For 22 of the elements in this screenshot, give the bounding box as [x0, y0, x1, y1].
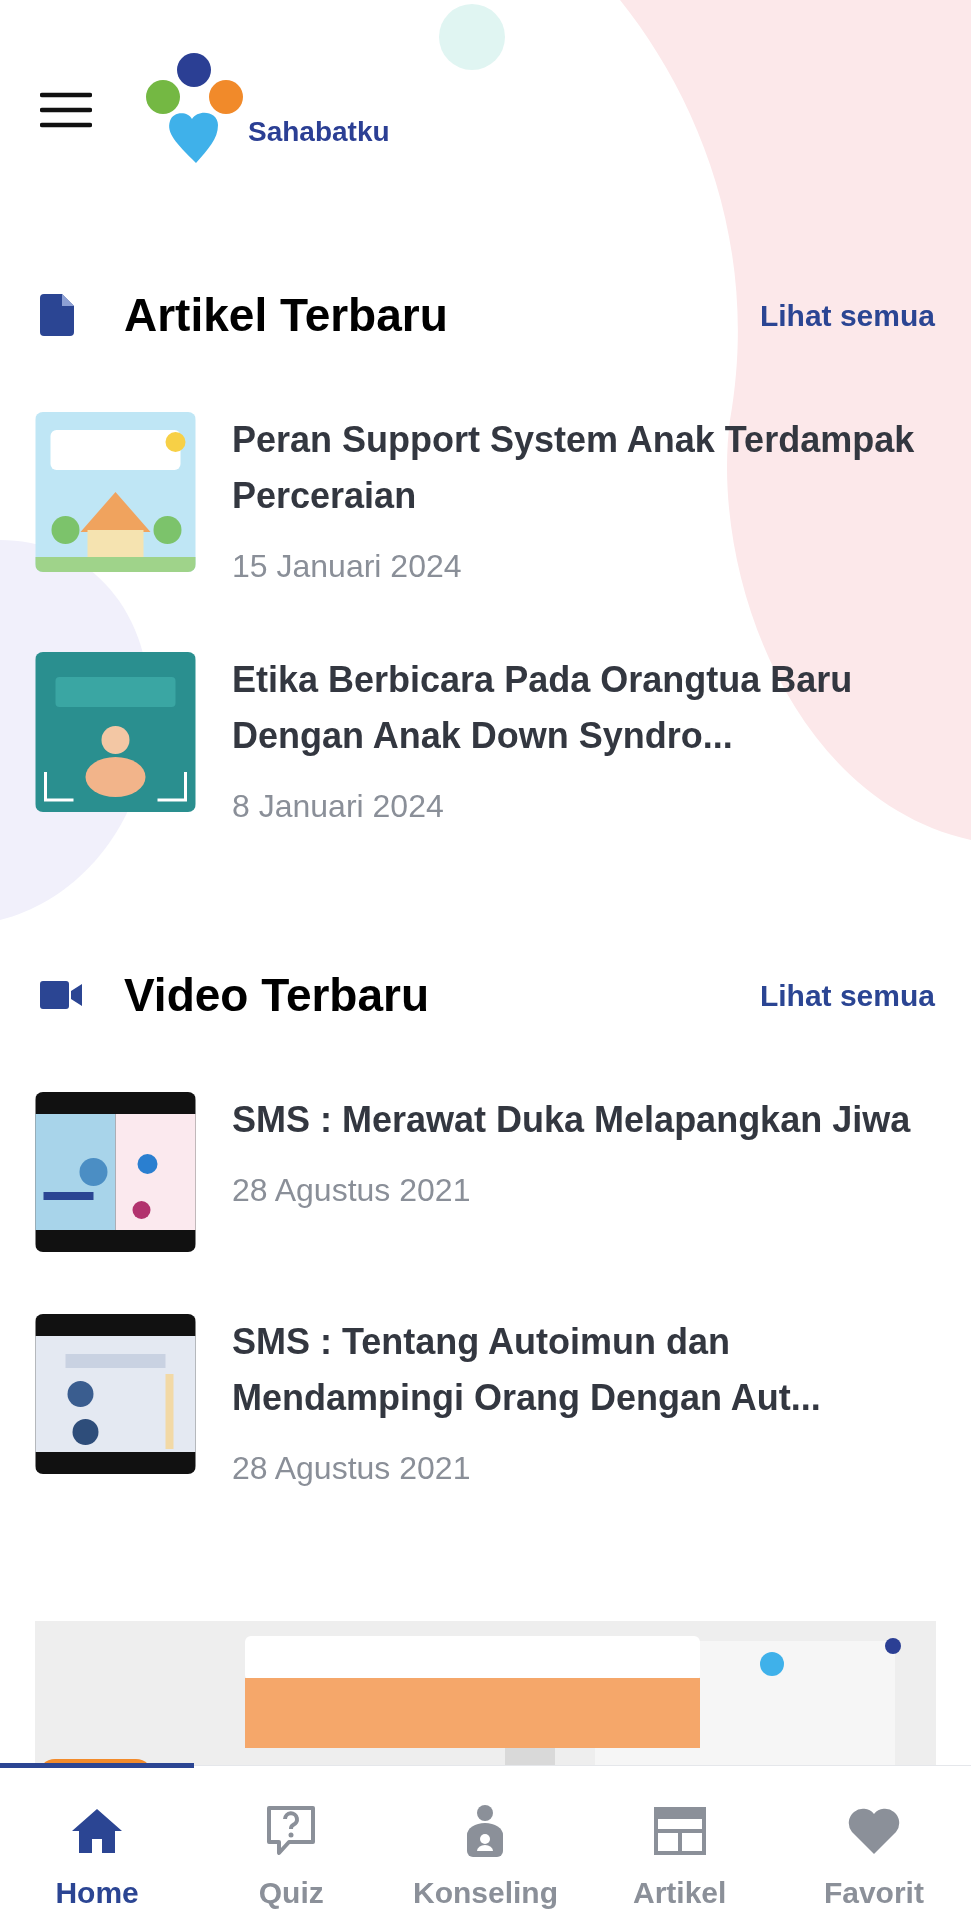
- see-all-link[interactable]: Lihat semua: [759, 292, 935, 338]
- newspaper-icon: [653, 1807, 706, 1855]
- heart-icon: [847, 1808, 900, 1854]
- item-date: 15 Januari 2024: [232, 547, 463, 586]
- video-camera-icon: [40, 981, 82, 1009]
- nav-tab[interactable]: Home: [0, 1766, 195, 1920]
- see-all-link[interactable]: Lihat semua: [759, 972, 935, 1018]
- item-title[interactable]: Peran Support System Anak Terdampak Perceraian: [232, 412, 941, 524]
- item-title[interactable]: SMS : Tentang Autoimun dan Mendampingi Orang Dengan Aut...: [232, 1314, 941, 1426]
- person-icon: [467, 1805, 504, 1857]
- menu-icon[interactable]: [40, 92, 92, 128]
- section-title: Artikel Terbaru: [124, 292, 448, 338]
- item-title[interactable]: Etika Berbicara Pada Orangtua Baru Dengan Anak Down Syndro...: [232, 652, 941, 764]
- logo-text: Sahabatku: [248, 117, 390, 146]
- item-date: 28 Agustus 2021: [232, 1171, 472, 1210]
- item-title[interactable]: SMS : Merawat Duka Melapangkan Jiwa: [232, 1092, 911, 1148]
- home-icon: [72, 1809, 123, 1853]
- item-date: 28 Agustus 2021: [232, 1449, 472, 1488]
- section-title: Video Terbaru: [124, 972, 430, 1018]
- question-bubble-icon: [265, 1805, 318, 1857]
- document-icon: [40, 294, 74, 336]
- item-date: 8 Januari 2024: [232, 787, 445, 826]
